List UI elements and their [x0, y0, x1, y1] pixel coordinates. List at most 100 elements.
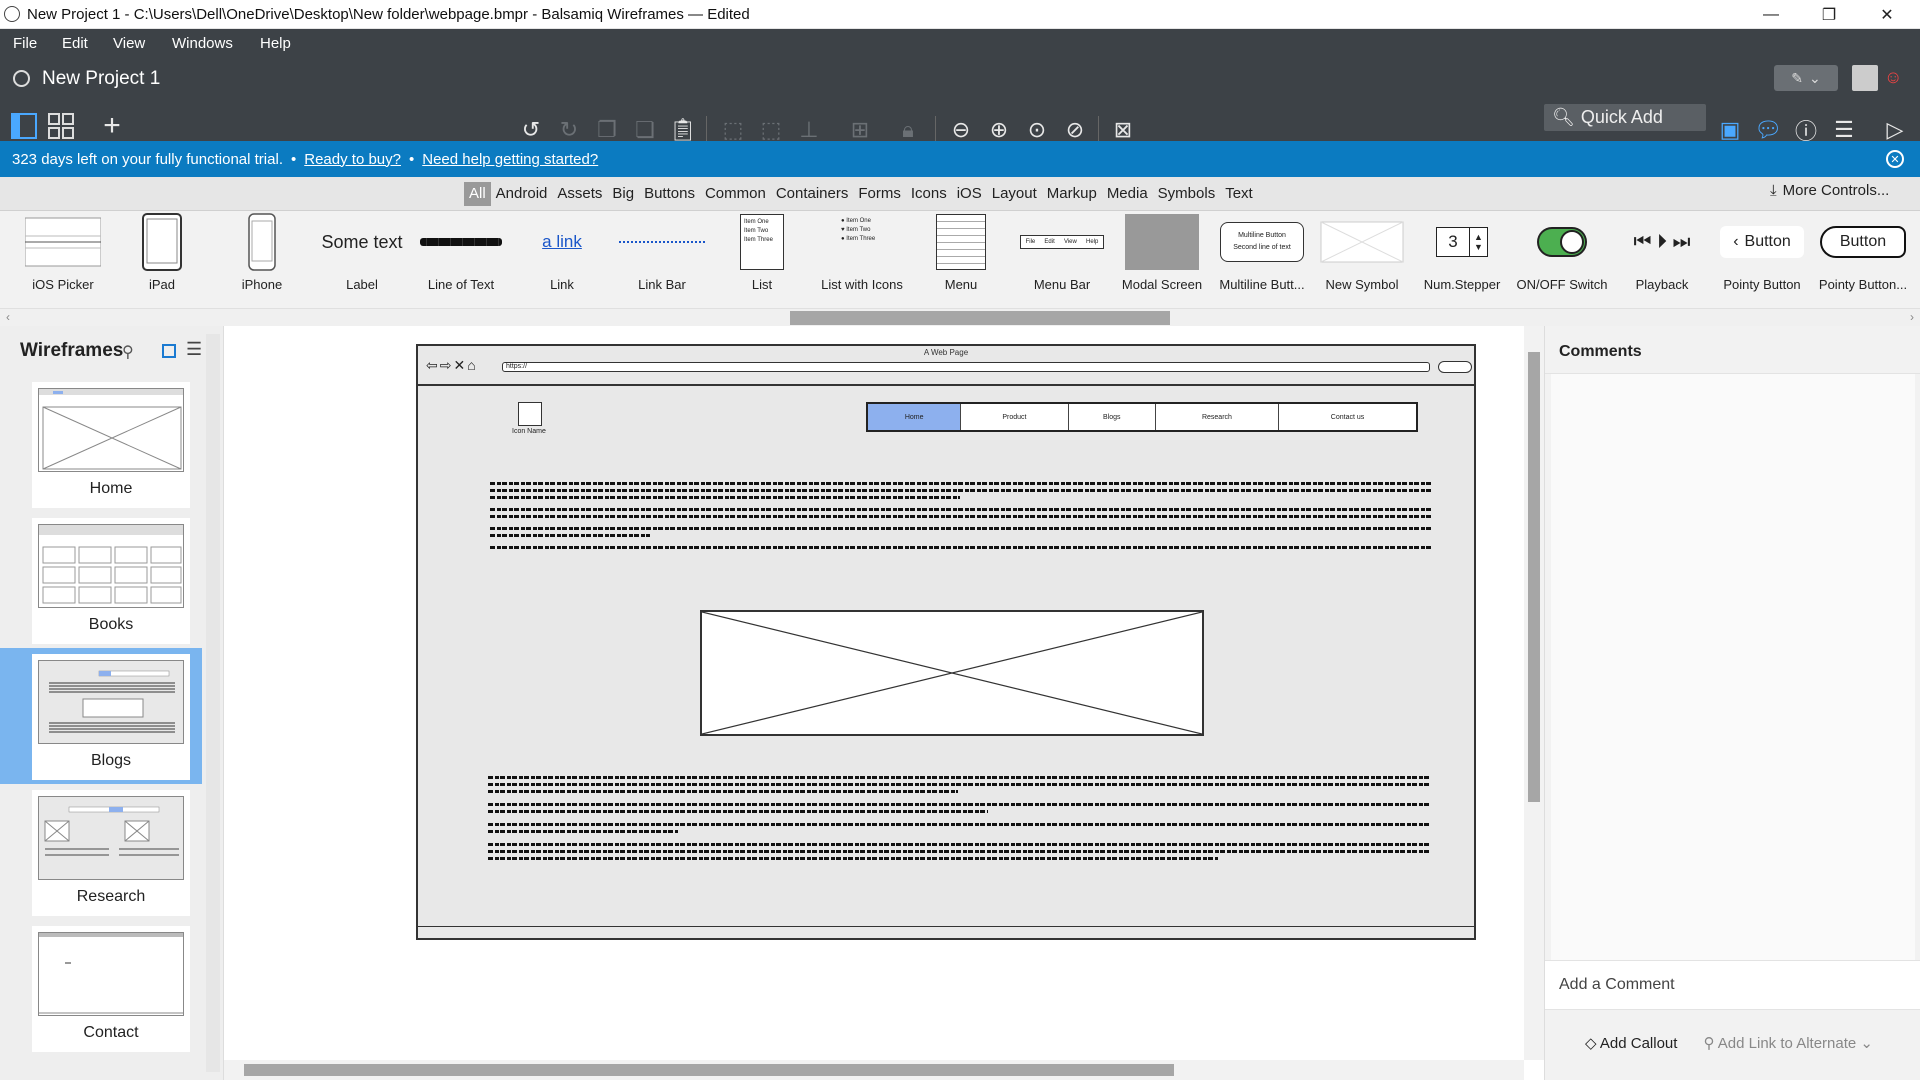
- quick-add-field[interactable]: 🔍︎ Quick Add: [1544, 104, 1706, 131]
- add-comment-field[interactable]: Add a Comment: [1545, 960, 1920, 1010]
- link-icon[interactable]: ⚲: [122, 342, 134, 362]
- text-line: [490, 508, 1432, 511]
- add-page-icon[interactable]: +: [97, 109, 127, 142]
- add-callout-button[interactable]: ◇ Add Callout: [1585, 1034, 1677, 1052]
- close-window-button[interactable]: ✕: [1864, 0, 1910, 29]
- menubar-item: Help: [1086, 239, 1099, 245]
- canvas-vertical-scrollbar[interactable]: [1524, 326, 1544, 1060]
- chevron-down-icon: ⌄: [1860, 1035, 1873, 1052]
- edit-mode-dropdown[interactable]: ✎ ⌄: [1774, 65, 1838, 91]
- browser-window-mockup[interactable]: A Web Page ⇦⇨✕⌂ https:// Icon Name Home …: [416, 344, 1476, 940]
- pages-scrollbar[interactable]: [206, 334, 220, 1072]
- tab-forms[interactable]: Forms: [853, 182, 906, 206]
- wireframe-canvas[interactable]: A Web Page ⇦⇨✕⌂ https:// Icon Name Home …: [224, 326, 1524, 1060]
- control-line-of-text[interactable]: Line of Text: [414, 211, 508, 308]
- wf-menu-research[interactable]: Research: [1156, 404, 1280, 430]
- add-link-button[interactable]: ⚲ Add Link to Alternate ⌄: [1703, 1034, 1873, 1052]
- minimize-button[interactable]: —: [1748, 0, 1794, 29]
- thumbnail-view-icon[interactable]: [162, 344, 176, 358]
- stepper-arrows-icon: ▲ ▼: [1469, 228, 1487, 256]
- tab-markup[interactable]: Markup: [1042, 182, 1102, 206]
- tab-assets[interactable]: Assets: [552, 182, 607, 206]
- tab-common[interactable]: Common: [700, 182, 771, 206]
- ready-to-buy-link[interactable]: Ready to buy?: [304, 151, 401, 168]
- control-label-text[interactable]: Some text Label: [310, 211, 414, 308]
- control-num-stepper[interactable]: 3 ▲ ▼ Num.Stepper: [1418, 211, 1506, 308]
- wf-menu-contact[interactable]: Contact us: [1279, 404, 1416, 430]
- tab-icons[interactable]: Icons: [906, 182, 952, 206]
- single-view-icon[interactable]: [9, 111, 39, 141]
- control-label: Pointy Button: [1723, 277, 1801, 292]
- control-playback[interactable]: ⏮ ⏵ ⏭ Playback: [1612, 211, 1712, 308]
- wireframe-nav-menu[interactable]: Home Product Blogs Research Contact us: [866, 402, 1418, 432]
- tab-layout[interactable]: Layout: [987, 182, 1042, 206]
- scrollbar-thumb[interactable]: [1528, 352, 1540, 802]
- control-link-bar[interactable]: Link Bar: [612, 211, 712, 308]
- wf-menu-product[interactable]: Product: [961, 404, 1069, 430]
- help-getting-started-link[interactable]: Need help getting started?: [422, 151, 598, 168]
- close-banner-icon[interactable]: ✕: [1886, 150, 1904, 168]
- control-menu-bar[interactable]: File Edit View Help Menu Bar: [1012, 211, 1112, 308]
- page-thumbnail-books[interactable]: Books: [32, 518, 190, 644]
- tab-containers[interactable]: Containers: [771, 182, 854, 206]
- image-placeholder: [700, 610, 1204, 736]
- page-thumbnail-blogs[interactable]: Blogs: [32, 654, 190, 780]
- tab-big[interactable]: Big: [607, 182, 639, 206]
- menu-file[interactable]: File: [13, 31, 37, 56]
- scroll-right-icon[interactable]: ›: [1910, 310, 1914, 324]
- tab-android[interactable]: Android: [491, 182, 553, 206]
- list-view-icon[interactable]: ☰: [186, 339, 202, 360]
- menu-edit[interactable]: Edit: [62, 31, 88, 56]
- menubar-item: File: [1025, 239, 1036, 245]
- tab-buttons[interactable]: Buttons: [639, 182, 700, 206]
- control-modal-screen[interactable]: Modal Screen: [1118, 211, 1206, 308]
- trial-banner: 323 days left on your fully functional t…: [0, 141, 1920, 177]
- control-new-symbol[interactable]: New Symbol: [1318, 211, 1406, 308]
- user-avatar[interactable]: [1852, 65, 1878, 91]
- wf-menu-blogs[interactable]: Blogs: [1069, 404, 1156, 430]
- control-ipad[interactable]: iPad: [120, 211, 204, 308]
- page-preview: [38, 932, 184, 1016]
- control-pointy-button-ios[interactable]: Button Pointy Button...: [1812, 211, 1914, 308]
- control-multiline-button[interactable]: Multiline Button Second line of text Mul…: [1212, 211, 1312, 308]
- control-label: List with Icons: [821, 277, 903, 292]
- maximize-button[interactable]: ❐: [1806, 0, 1852, 29]
- text-line: [488, 776, 1430, 779]
- page-thumbnail-home[interactable]: Home: [32, 382, 190, 508]
- trial-text: 323 days left on your fully functional t…: [12, 150, 283, 168]
- page-thumbnail-contact[interactable]: Contact: [32, 926, 190, 1052]
- menu-help[interactable]: Help: [260, 31, 291, 56]
- canvas-horizontal-scrollbar[interactable]: [224, 1060, 1524, 1080]
- control-on-off-switch[interactable]: ON/OFF Switch: [1512, 211, 1612, 308]
- add-callout-label: Add Callout: [1599, 1035, 1678, 1052]
- scroll-left-icon[interactable]: ‹: [6, 310, 10, 324]
- menu-view[interactable]: View: [113, 31, 145, 56]
- more-controls-button[interactable]: ⤓ More Controls...: [1770, 182, 1889, 199]
- text-line: [488, 843, 1430, 846]
- control-pointy-button[interactable]: ‹ Button Pointy Button: [1712, 211, 1812, 308]
- feedback-icon[interactable]: ☺: [1884, 67, 1902, 88]
- control-label: iPad: [148, 277, 176, 292]
- control-list[interactable]: Item One Item Two Item Three List: [720, 211, 804, 308]
- wf-menu-home[interactable]: Home: [868, 404, 962, 430]
- tab-all[interactable]: All: [464, 182, 491, 206]
- control-link[interactable]: a link Link: [516, 211, 608, 308]
- grid-view-icon[interactable]: [46, 111, 76, 141]
- scrollbar-thumb[interactable]: [244, 1064, 1174, 1076]
- library-scrollbar[interactable]: ‹ ›: [0, 308, 1920, 326]
- control-menu[interactable]: Menu: [918, 211, 1004, 308]
- menu-windows[interactable]: Windows: [172, 31, 233, 56]
- tab-text[interactable]: Text: [1220, 182, 1258, 206]
- tab-media[interactable]: Media: [1102, 182, 1153, 206]
- link-icon: ⚲: [1703, 1035, 1715, 1052]
- tab-ios[interactable]: iOS: [952, 182, 987, 206]
- browser-url-field[interactable]: https://: [502, 362, 1430, 372]
- page-thumbnail-research[interactable]: Research: [32, 790, 190, 916]
- browser-status-bar: [418, 926, 1474, 938]
- multiline-line2: Second line of text: [1233, 244, 1291, 251]
- tab-symbols[interactable]: Symbols: [1153, 182, 1221, 206]
- control-iphone[interactable]: iPhone: [220, 211, 304, 308]
- scrollbar-thumb[interactable]: [790, 311, 1170, 325]
- control-ios-picker[interactable]: iOS Picker: [18, 211, 108, 308]
- control-list-with-icons[interactable]: ● Item One ♥ Item Two ● Item Three List …: [814, 211, 910, 308]
